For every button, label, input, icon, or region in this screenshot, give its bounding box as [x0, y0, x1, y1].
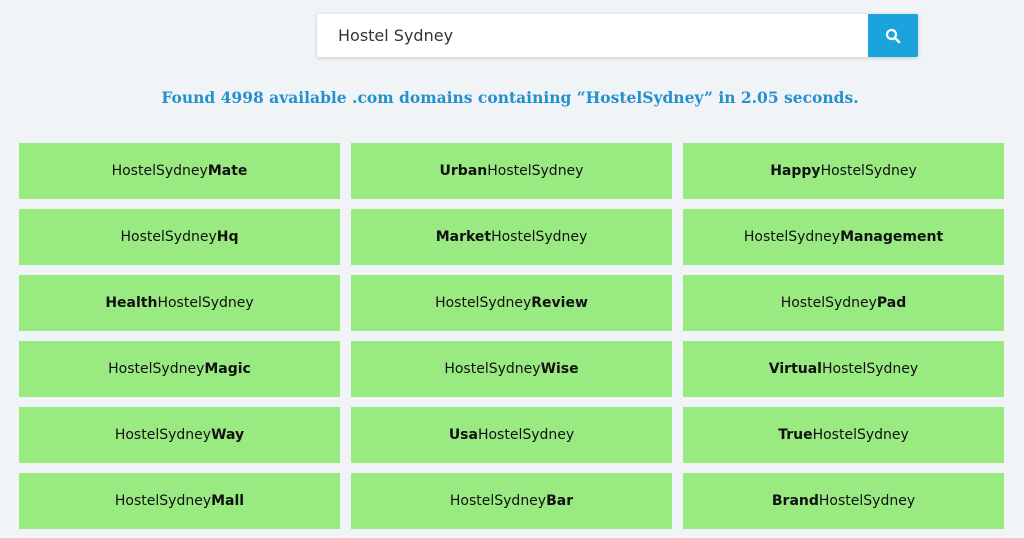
domain-part-plain: HostelSydney [812, 427, 909, 443]
domain-part-plain: HostelSydney [114, 493, 212, 509]
domain-part-plain: HostelSydney [157, 295, 254, 311]
domain-part-plain: HostelSydney [820, 163, 917, 179]
domain-part-plain: HostelSydney [821, 361, 919, 377]
domain-suggestion[interactable]: HostelSydney Mate [19, 143, 340, 199]
search-input[interactable] [317, 14, 868, 57]
domain-part-bold: Brand [771, 493, 819, 509]
domain-suggestion[interactable]: HostelSydney Mall [19, 473, 340, 529]
domain-part-bold: Way [211, 427, 245, 443]
domain-part-plain: HostelSydney [111, 163, 208, 179]
domain-part-plain: HostelSydney [487, 163, 584, 179]
domain-part-bold: Hq [216, 229, 239, 245]
domain-part-bold: Virtual [768, 361, 822, 377]
result-message: Found 4998 available .com domains contai… [161, 88, 859, 107]
domain-results-grid: HostelSydney Mate Urban HostelSydney Happy… [19, 143, 1004, 529]
domain-part-bold: Urban [439, 163, 488, 179]
domain-part-plain: HostelSydney [491, 229, 588, 245]
domain-part-bold: True [778, 427, 813, 443]
domain-suggestion[interactable]: Happy HostelSydney [683, 143, 1004, 199]
domain-suggestion[interactable]: HostelSydney Bar [351, 473, 672, 529]
domain-part-plain: HostelSydney [120, 229, 217, 245]
domain-suggestion[interactable]: HostelSydney Hq [19, 209, 340, 265]
domain-part-plain: HostelSydney [743, 229, 841, 245]
domain-suggestion[interactable]: HostelSydney Wise [351, 341, 672, 397]
domain-part-plain: HostelSydney [449, 493, 547, 509]
search-bar [317, 14, 918, 57]
domain-part-bold: Market [435, 229, 492, 245]
domain-part-bold: Mate [207, 163, 248, 179]
domain-part-plain: HostelSydney [818, 493, 916, 509]
domain-suggestion[interactable]: Market HostelSydney [351, 209, 672, 265]
domain-suggestion[interactable]: True HostelSydney [683, 407, 1004, 463]
domain-suggestion[interactable]: HostelSydney Management [683, 209, 1004, 265]
domain-part-bold: Pad [876, 295, 907, 311]
domain-part-bold: Happy [770, 163, 821, 179]
domain-suggestion[interactable]: Health HostelSydney [19, 275, 340, 331]
domain-suggestion[interactable]: HostelSydney Way [19, 407, 340, 463]
domain-suggestion[interactable]: HostelSydney Review [351, 275, 672, 331]
search-button[interactable] [868, 14, 918, 57]
domain-part-plain: HostelSydney [780, 295, 877, 311]
domain-part-bold: Management [840, 229, 944, 245]
domain-part-plain: HostelSydney [444, 361, 541, 377]
domain-part-plain: HostelSydney [435, 295, 532, 311]
domain-suggestion[interactable]: HostelSydney Magic [19, 341, 340, 397]
domain-part-bold: Wise [540, 361, 579, 377]
search-icon [885, 28, 901, 43]
domain-part-bold: Mall [211, 493, 245, 509]
domain-suggestion[interactable]: Urban HostelSydney [351, 143, 672, 199]
domain-part-bold: Bar [546, 493, 574, 509]
domain-part-plain: HostelSydney [477, 427, 575, 443]
domain-part-bold: Health [105, 295, 158, 311]
domain-part-bold: Review [531, 295, 588, 311]
domain-part-bold: Magic [204, 361, 251, 377]
domain-part-plain: HostelSydney [114, 427, 212, 443]
domain-suggestion[interactable]: Usa HostelSydney [351, 407, 672, 463]
domain-part-bold: Usa [448, 427, 478, 443]
domain-suggestion[interactable]: Virtual HostelSydney [683, 341, 1004, 397]
domain-suggestion[interactable]: HostelSydney Pad [683, 275, 1004, 331]
domain-suggestion[interactable]: Brand HostelSydney [683, 473, 1004, 529]
domain-part-plain: HostelSydney [108, 361, 205, 377]
